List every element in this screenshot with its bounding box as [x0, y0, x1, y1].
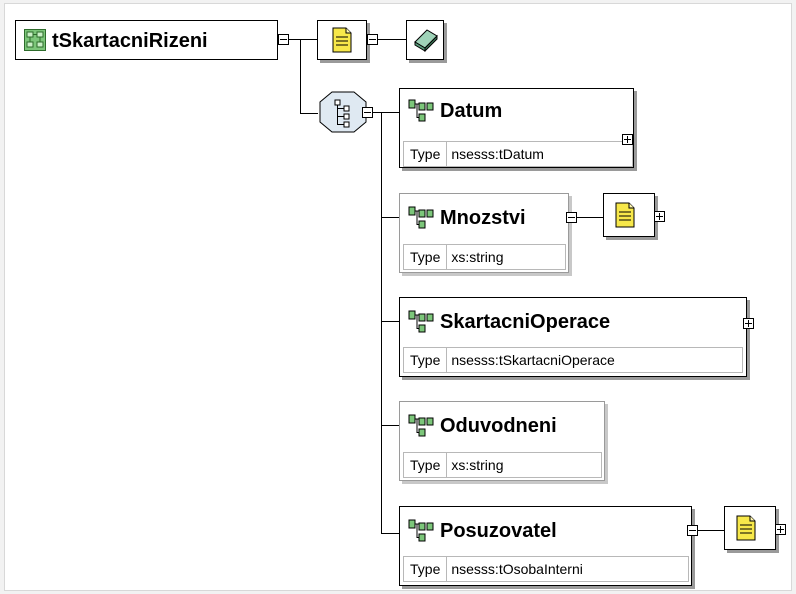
root-collapse-toggle[interactable] [278, 34, 289, 45]
connector-line [289, 39, 317, 40]
expand-toggle[interactable] [743, 318, 754, 329]
connector-line [381, 217, 399, 218]
connector-line [381, 112, 382, 534]
root-type-name: tSkartacniRizeni [52, 30, 208, 52]
type-value: xs:string [451, 457, 504, 473]
type-label: Type [404, 557, 448, 581]
element-icon [408, 206, 434, 235]
expand-toggle[interactable] [654, 211, 665, 222]
expand-toggle[interactable] [775, 524, 786, 535]
appinfo-box[interactable] [406, 20, 444, 60]
type-value: nsesss:tSkartacniOperace [451, 352, 615, 368]
element-icon [408, 310, 434, 339]
connector-line [381, 533, 399, 534]
root-type-box[interactable]: tSkartacniRizeni [15, 20, 278, 60]
connector-line [300, 113, 318, 114]
element-name: Posuzovatel [440, 520, 557, 542]
collapse-toggle[interactable] [687, 525, 698, 536]
type-label: Type [404, 142, 448, 166]
element-name: Mnozstvi [440, 207, 526, 229]
type-row: Type nsesss:tOsobaInterni [403, 556, 689, 582]
type-row: Type xs:string [403, 452, 602, 478]
connector-line [698, 530, 724, 531]
documentation-icon [736, 515, 756, 546]
type-row: Type nsesss:tSkartacniOperace [403, 347, 743, 373]
element-icon [408, 519, 434, 548]
type-row: Type nsesss:tDatum [403, 141, 633, 167]
type-label: Type [404, 245, 448, 269]
type-value: nsesss:tDatum [451, 146, 544, 162]
type-row: Type xs:string [403, 244, 566, 270]
element-annotation-box[interactable] [724, 506, 776, 550]
connector-line [577, 217, 603, 218]
compositor-collapse-toggle[interactable] [362, 107, 373, 118]
appinfo-book-icon [413, 28, 439, 57]
element-name: Datum [440, 100, 503, 122]
diagram-canvas: tSkartacniRizeni Datum Type nsesss:tDatu… [4, 3, 792, 591]
documentation-icon [615, 202, 635, 233]
sequence-compositor-icon [319, 91, 367, 133]
documentation-icon [332, 27, 352, 58]
expand-toggle[interactable] [622, 134, 633, 145]
element-name: SkartacniOperace [440, 311, 611, 333]
element-annotation-box[interactable] [603, 193, 655, 237]
root-annotation-box[interactable] [317, 20, 367, 60]
element-icon [408, 99, 434, 128]
element-name: Oduvodneni [440, 415, 557, 437]
type-label: Type [404, 348, 448, 372]
type-value: xs:string [451, 249, 504, 265]
connector-line [381, 425, 399, 426]
complex-type-icon [24, 29, 46, 56]
element-icon [408, 414, 434, 443]
type-label: Type [404, 453, 448, 477]
annotation-collapse-toggle[interactable] [367, 34, 378, 45]
sequence-compositor[interactable] [318, 90, 368, 134]
collapse-toggle[interactable] [566, 212, 577, 223]
connector-line [381, 321, 399, 322]
connector-line [300, 39, 301, 113]
connector-line [381, 112, 399, 113]
connector-line [378, 39, 406, 40]
type-value: nsesss:tOsobaInterni [451, 561, 583, 577]
